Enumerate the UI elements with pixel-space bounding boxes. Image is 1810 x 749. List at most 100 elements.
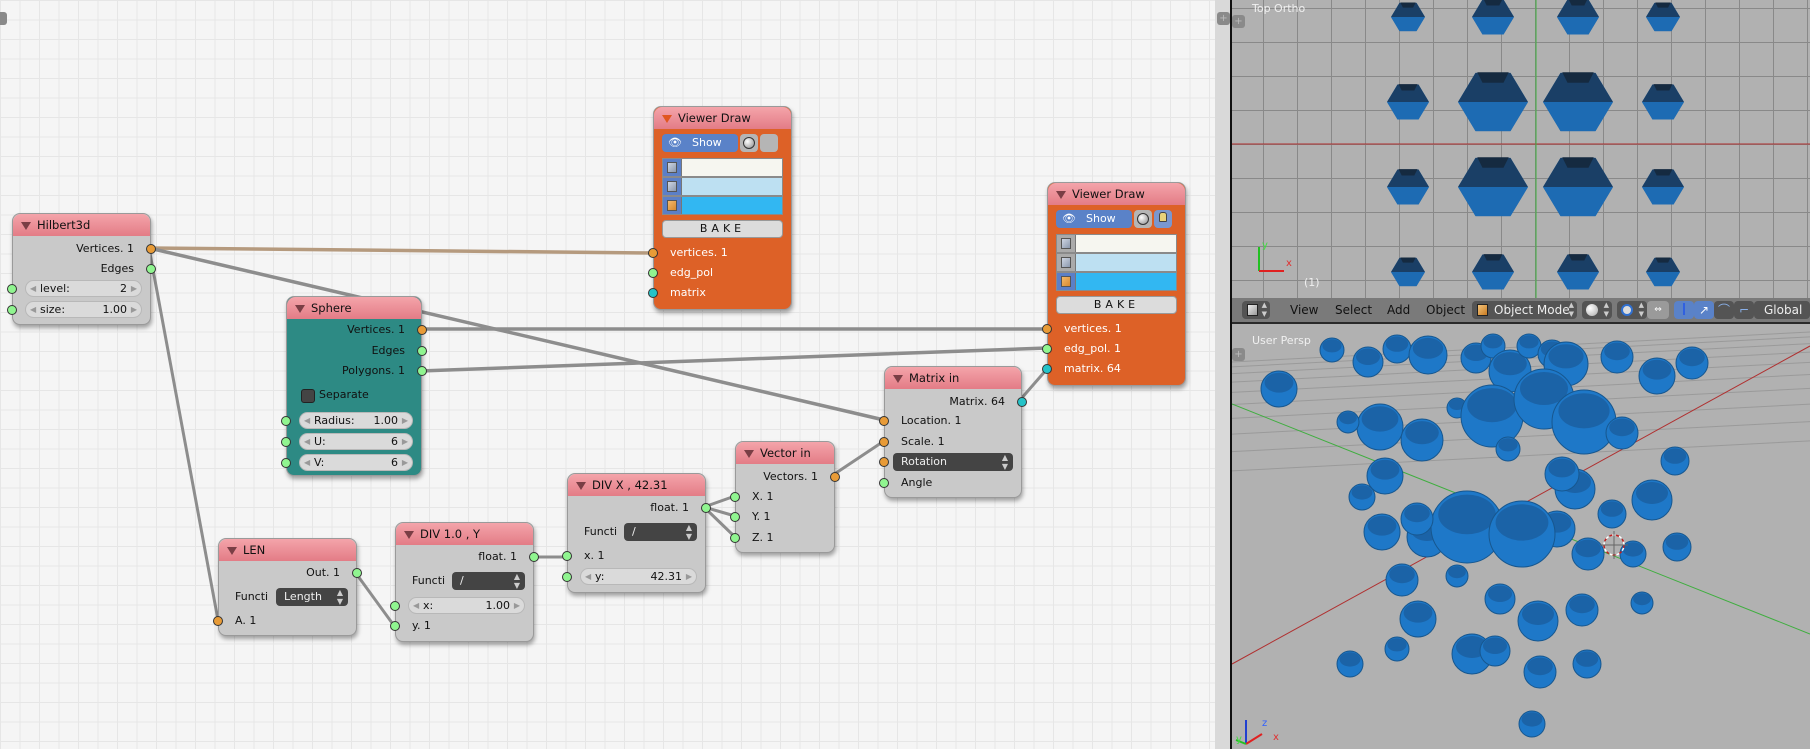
plus-icon[interactable]: + (1217, 12, 1230, 25)
socket-angle-in[interactable] (879, 478, 889, 488)
socket-y-in[interactable] (730, 512, 740, 522)
socket-edgpol-in[interactable] (648, 268, 658, 278)
node-div-y[interactable]: DIV 1.0 , Y float. 1 Functi / ▲ ▼ ◀ x: 1.00 ▶… (390, 522, 539, 642)
collapse-icon[interactable] (404, 530, 414, 539)
node-header[interactable]: Matrix in (885, 367, 1021, 389)
socket-u-in[interactable] (281, 437, 291, 447)
plus-icon[interactable]: + (1232, 348, 1245, 361)
rotate-toggle[interactable]: ⌒ (1714, 301, 1734, 319)
menu-select[interactable]: Select (1335, 298, 1372, 322)
socket-out[interactable] (352, 568, 362, 578)
vertex-color[interactable] (1056, 234, 1177, 253)
menu-object[interactable]: Object (1426, 298, 1465, 322)
collapse-icon[interactable] (744, 449, 754, 458)
edge-color[interactable] (662, 177, 783, 196)
show-toggle[interactable]: 👁 Show (1056, 210, 1132, 228)
node-viewer-draw-2[interactable]: Viewer Draw 👁 Show BAKE vertices. 1 edg_… (1042, 182, 1186, 386)
face-color[interactable] (1056, 272, 1177, 291)
vertex-color-swatch[interactable] (682, 159, 782, 176)
node-header[interactable]: Vector in (736, 442, 834, 464)
collapse-icon[interactable] (662, 114, 672, 123)
editor-type-menu[interactable]: ▲ ▼ (1242, 301, 1270, 319)
v-field[interactable]: ◀ V: 6 ▶ (299, 454, 413, 471)
manipulator-toggle[interactable] (1674, 301, 1694, 319)
vertex-color[interactable] (662, 158, 783, 177)
socket-float-out[interactable] (701, 503, 711, 513)
face-color-swatch[interactable] (682, 197, 782, 214)
vertex-color-swatch[interactable] (1076, 235, 1176, 252)
bake-button[interactable]: BAKE (1056, 296, 1177, 314)
socket-x-in[interactable] (390, 601, 400, 611)
socket-radius-in[interactable] (281, 416, 291, 426)
node-header[interactable]: Sphere (287, 297, 421, 319)
socket-matrix-out[interactable] (1017, 397, 1027, 407)
socket-vectors-out[interactable] (830, 472, 840, 482)
socket-matrix-in[interactable] (648, 288, 658, 298)
node-header[interactable]: LEN (219, 539, 356, 561)
socket-float-out[interactable] (529, 552, 539, 562)
socket-v-in[interactable] (281, 458, 291, 468)
show-toggle[interactable]: 👁 Show (662, 134, 738, 152)
shading-toggle[interactable] (1134, 210, 1152, 228)
socket-y-in[interactable] (390, 621, 400, 631)
socket-vertices-in[interactable] (1042, 324, 1052, 334)
y-field[interactable]: ◀ y: 42.31 ▶ (580, 568, 697, 585)
collapse-icon[interactable] (295, 304, 305, 313)
area-splitter[interactable]: + (1215, 0, 1232, 749)
node-len[interactable]: LEN Out. 1 Functi Length ▲ ▼ A. 1 (213, 538, 362, 636)
socket-rotation-in[interactable] (879, 457, 889, 467)
viewport-user-persp[interactable]: User Persp z x y + (1232, 324, 1810, 749)
edge-color[interactable] (1056, 253, 1177, 272)
face-color[interactable] (662, 196, 783, 215)
orientation-dropdown[interactable]: Global (1754, 301, 1810, 319)
level-field[interactable]: ◀ level: 2 ▶ (25, 280, 142, 297)
socket-size-in[interactable] (7, 305, 17, 315)
function-dropdown[interactable]: / ▲ ▼ (452, 572, 525, 590)
node-header[interactable]: Viewer Draw (1048, 183, 1185, 205)
node-header[interactable]: Hilbert3d (13, 214, 150, 236)
menu-view[interactable]: View (1290, 298, 1318, 322)
socket-vertices-out[interactable] (417, 325, 427, 335)
socket-x-in[interactable] (730, 492, 740, 502)
socket-edges-out[interactable] (417, 346, 427, 356)
socket-vertices-in[interactable] (648, 248, 658, 258)
socket-x-in[interactable] (562, 551, 572, 561)
function-dropdown[interactable]: Length ▲ ▼ (276, 588, 348, 606)
node-div-x[interactable]: DIV X , 42.31 float. 1 Functi / ▲ ▼ x. 1 ◀… (562, 473, 711, 593)
node-editor[interactable]: Hilbert3d Vertices. 1 Edges ◀ level: 2 ▶ ◀ s… (0, 0, 1215, 749)
node-viewer-draw-1[interactable]: Viewer Draw 👁 Show BAKE vertices. 1 edg_… (648, 106, 792, 310)
menu-add[interactable]: Add (1387, 298, 1410, 322)
node-sphere[interactable]: Sphere Vertices. 1 Edges Polygons. 1 Sep… (281, 296, 427, 476)
x-field[interactable]: ◀ x: 1.00 ▶ (408, 597, 525, 614)
radius-field[interactable]: ◀ Radius: 1.00 ▶ (299, 412, 413, 429)
collapse-icon[interactable] (21, 221, 31, 230)
collapse-icon[interactable] (1056, 190, 1066, 199)
manipulator-center-toggle[interactable]: ⇔ (1647, 301, 1669, 319)
socket-level-in[interactable] (7, 284, 17, 294)
face-color-swatch[interactable] (1076, 273, 1176, 290)
socket-z-in[interactable] (730, 533, 740, 543)
scale-toggle[interactable]: ⌐ (1734, 301, 1754, 319)
socket-location-in[interactable] (879, 416, 889, 426)
collapse-icon[interactable] (227, 546, 237, 555)
node-header[interactable]: DIV 1.0 , Y (396, 523, 533, 545)
socket-polygons-out[interactable] (417, 366, 427, 376)
function-dropdown[interactable]: / ▲ ▼ (624, 523, 697, 541)
pivot-dropdown[interactable]: ▲ ▼ (1617, 301, 1647, 319)
rotation-dropdown[interactable]: Rotation ▲ ▼ (893, 453, 1013, 471)
viewport-top-ortho[interactable]: Top Ortho y x (1) + (1232, 0, 1810, 298)
light-toggle[interactable] (1154, 210, 1172, 228)
size-field[interactable]: ◀ size: 1.00 ▶ (25, 301, 142, 318)
node-matrix-in[interactable]: Matrix in Matrix. 64 Location. 1 Scale. … (879, 366, 1027, 498)
light-toggle[interactable] (760, 134, 778, 152)
collapse-icon[interactable] (576, 481, 586, 490)
edge-color-swatch[interactable] (682, 178, 782, 195)
viewport-shading-dropdown[interactable]: ▲ ▼ (1582, 301, 1612, 319)
socket-edgpol-in[interactable] (1042, 344, 1052, 354)
translate-toggle[interactable]: ↗ (1694, 301, 1714, 319)
u-field[interactable]: ◀ U: 6 ▶ (299, 433, 413, 450)
plus-icon[interactable]: + (1232, 15, 1245, 28)
socket-scale-in[interactable] (879, 437, 889, 447)
separate-checkbox[interactable] (301, 389, 315, 403)
bake-button[interactable]: BAKE (662, 220, 783, 238)
